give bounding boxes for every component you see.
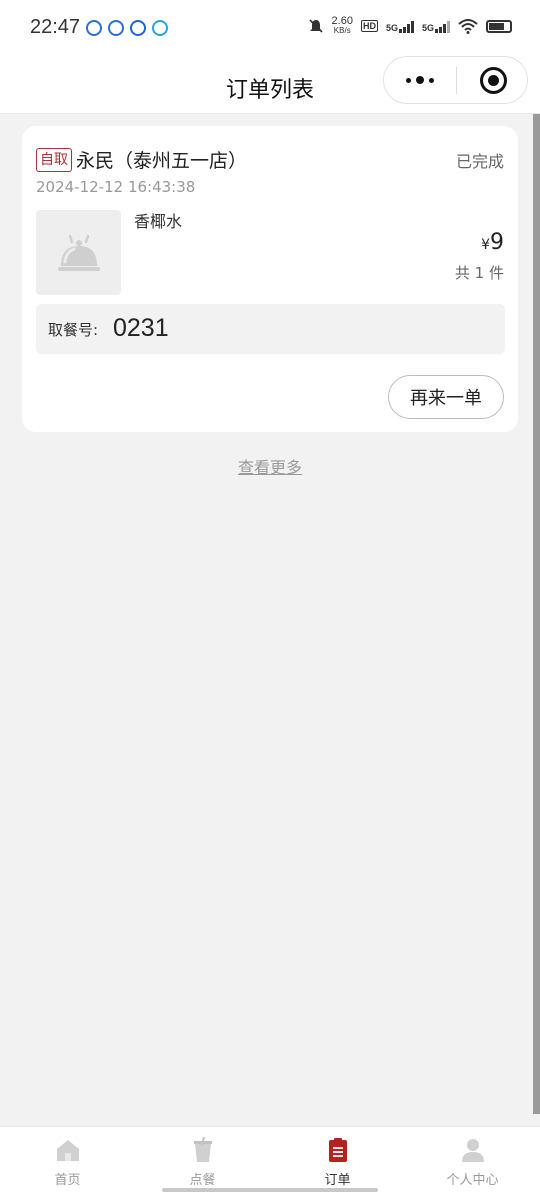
tab-bar: 首页 点餐 订单 个人中心 (0, 1126, 540, 1194)
app-icon (86, 20, 102, 36)
tab-label: 点餐 (189, 1173, 216, 1188)
tab-label: 个人中心 (446, 1173, 499, 1188)
baidu-icon (108, 20, 124, 36)
signal-label: 5G (421, 23, 434, 33)
app-icon (152, 20, 168, 36)
home-icon (57, 1140, 79, 1161)
item-name: 香椰水 (134, 212, 183, 231)
order-list-icon (329, 1138, 347, 1162)
tab-home[interactable]: 首页 (0, 1127, 135, 1194)
mute-icon (308, 19, 323, 33)
food-cloche-icon (58, 234, 100, 271)
more-menu-icon[interactable] (384, 57, 456, 103)
nav-bar: 订单列表 (0, 56, 540, 114)
status-indicators: 2.60 KB/s HD 5G 5G (308, 16, 512, 36)
order-status: 已完成 (455, 152, 504, 171)
wifi-icon (458, 19, 478, 34)
scrollbar[interactable] (533, 114, 540, 1114)
signal-icon: 5G (422, 19, 450, 33)
tab-profile[interactable]: 个人中心 (405, 1127, 540, 1194)
status-app-icons (86, 20, 168, 36)
status-bar: 22:47 2.60 KB/s HD 5G 5G (0, 0, 540, 56)
hd-icon: HD (360, 20, 378, 32)
order-price: ¥9 (481, 230, 504, 255)
reorder-button[interactable]: 再来一单 (388, 375, 504, 419)
status-time: 22:47 (30, 16, 81, 38)
close-mini-program-icon[interactable] (480, 67, 507, 94)
order-card[interactable]: 自取 永民（泰州五一店） 已完成 2024-12-12 16:43:38 香椰水… (22, 126, 518, 432)
browser-icon (130, 20, 146, 36)
net-speed-value: 2.60 (331, 15, 353, 27)
signal-icon: 5G (386, 19, 414, 33)
home-indicator[interactable] (162, 1188, 378, 1192)
capsule-divider (456, 67, 457, 94)
order-type-badge: 自取 (36, 148, 72, 172)
pickup-code: 0231 (113, 314, 169, 342)
tab-label: 订单 (324, 1173, 351, 1188)
net-speed-unit: KB/s (333, 26, 351, 35)
price-amount: 9 (490, 230, 504, 255)
view-more-link[interactable]: 查看更多 (0, 454, 540, 478)
store-name: 永民（泰州五一店） (76, 150, 248, 172)
tab-orders[interactable]: 订单 (270, 1127, 405, 1194)
signal-label: 5G (385, 23, 398, 33)
item-count: 共 1 件 (454, 264, 504, 282)
tab-order-food[interactable]: 点餐 (135, 1127, 270, 1194)
pickup-number-box: 取餐号: 0231 (36, 304, 505, 354)
tab-label: 首页 (54, 1173, 81, 1188)
net-speed: 2.60 KB/s (332, 16, 353, 36)
pickup-label: 取餐号: (48, 321, 99, 339)
mini-program-capsule (383, 56, 528, 104)
currency-symbol: ¥ (481, 237, 490, 253)
drink-cup-icon (194, 1137, 212, 1162)
order-time: 2024-12-12 16:43:38 (36, 178, 196, 196)
user-icon (462, 1139, 484, 1162)
item-image (36, 210, 121, 295)
battery-icon (486, 19, 512, 33)
